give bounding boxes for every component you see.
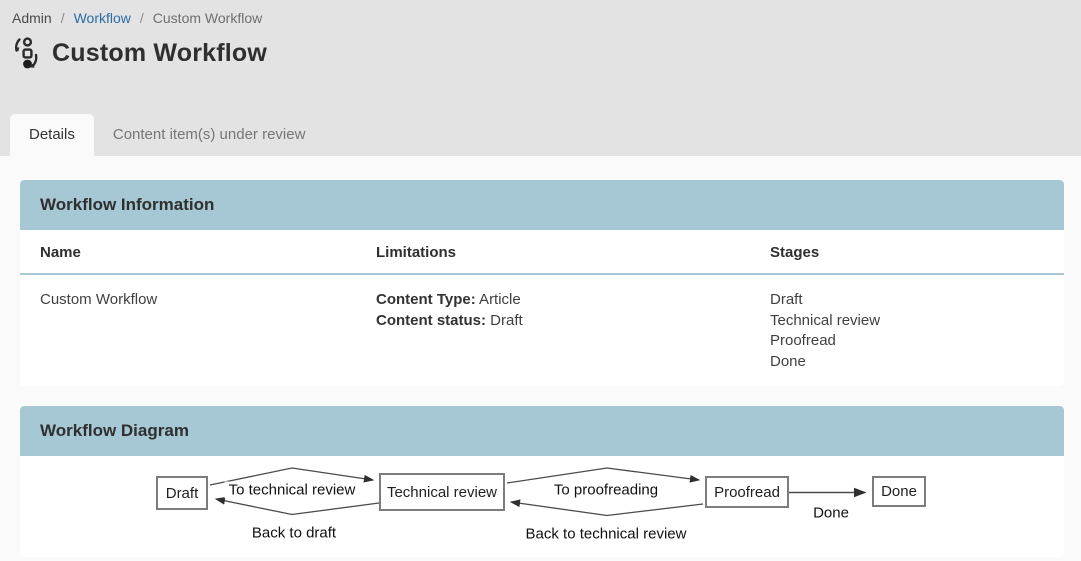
stage-item: Draft xyxy=(770,290,1044,311)
workflow-diagram-panel: Workflow Diagram Draft Technical rev xyxy=(20,406,1064,557)
breadcrumb-item-current: Custom Workflow xyxy=(153,10,262,26)
diagram-node-draft: Draft xyxy=(156,476,208,510)
edge-back-to-technical-review xyxy=(511,502,703,516)
breadcrumb-item-workflow[interactable]: Workflow xyxy=(74,10,131,26)
tab-bar: Details Content item(s) under review xyxy=(0,114,1081,156)
stage-item: Proofread xyxy=(770,331,1044,352)
diagram-node-proofread: Proofread xyxy=(705,476,789,508)
workflow-name-value: Custom Workflow xyxy=(40,275,376,386)
stage-item: Technical review xyxy=(770,311,1044,332)
edge-label-back-to-draft: Back to draft xyxy=(248,525,340,542)
column-header-name: Name xyxy=(40,230,376,273)
limitation-content-type: Content Type: Article xyxy=(376,290,770,311)
stage-item: Done xyxy=(770,352,1044,373)
workflow-diagram-header: Workflow Diagram xyxy=(20,406,1064,456)
edge-label-back-to-technical-review: Back to technical review xyxy=(522,526,691,543)
breadcrumb: Admin / Workflow / Custom Workflow xyxy=(0,0,1081,26)
column-header-stages: Stages xyxy=(770,230,1044,273)
workflow-information-header: Workflow Information xyxy=(20,180,1064,230)
limitations-cell: Content Type: Article Content status: Dr… xyxy=(376,275,770,386)
limitation-label: Content Type: xyxy=(376,291,476,308)
workflow-information-title: Workflow Information xyxy=(40,195,214,215)
limitation-value: Draft xyxy=(486,312,523,329)
limitation-content-status: Content status: Draft xyxy=(376,311,770,332)
info-table-header-row: Name Limitations Stages xyxy=(20,230,1064,275)
column-header-limitations: Limitations xyxy=(376,230,770,273)
breadcrumb-item-admin[interactable]: Admin xyxy=(12,10,52,26)
content-area: Workflow Information Name Limitations St… xyxy=(0,180,1081,557)
workflow-information-panel: Workflow Information Name Limitations St… xyxy=(20,180,1064,386)
workflow-icon xyxy=(10,36,42,70)
breadcrumb-separator: / xyxy=(140,10,144,26)
stages-cell: Draft Technical review Proofread Done xyxy=(770,275,1044,386)
page-title-row: Custom Workflow xyxy=(0,26,1081,70)
edge-label-to-technical-review: To technical review xyxy=(225,482,360,499)
workflow-diagram-canvas: Draft Technical review Proofread Done To… xyxy=(20,456,1064,557)
top-header-region: Admin / Workflow / Custom Workflow Custo… xyxy=(0,0,1081,156)
breadcrumb-separator: / xyxy=(61,10,65,26)
tab-details[interactable]: Details xyxy=(10,114,94,156)
edge-back-to-draft xyxy=(216,499,379,515)
limitation-value: Article xyxy=(476,291,521,308)
page-title: Custom Workflow xyxy=(52,39,267,68)
edge-label-done: Done xyxy=(809,505,853,522)
tab-content-items-under-review[interactable]: Content item(s) under review xyxy=(94,114,325,156)
workflow-diagram-title: Workflow Diagram xyxy=(40,421,189,441)
info-table-data-row: Custom Workflow Content Type: Article Co… xyxy=(20,275,1064,386)
edge-label-to-proofreading: To proofreading xyxy=(550,482,662,499)
diagram-node-done: Done xyxy=(872,476,926,507)
diagram-node-technical-review: Technical review xyxy=(379,473,505,511)
limitation-label: Content status: xyxy=(376,312,486,329)
